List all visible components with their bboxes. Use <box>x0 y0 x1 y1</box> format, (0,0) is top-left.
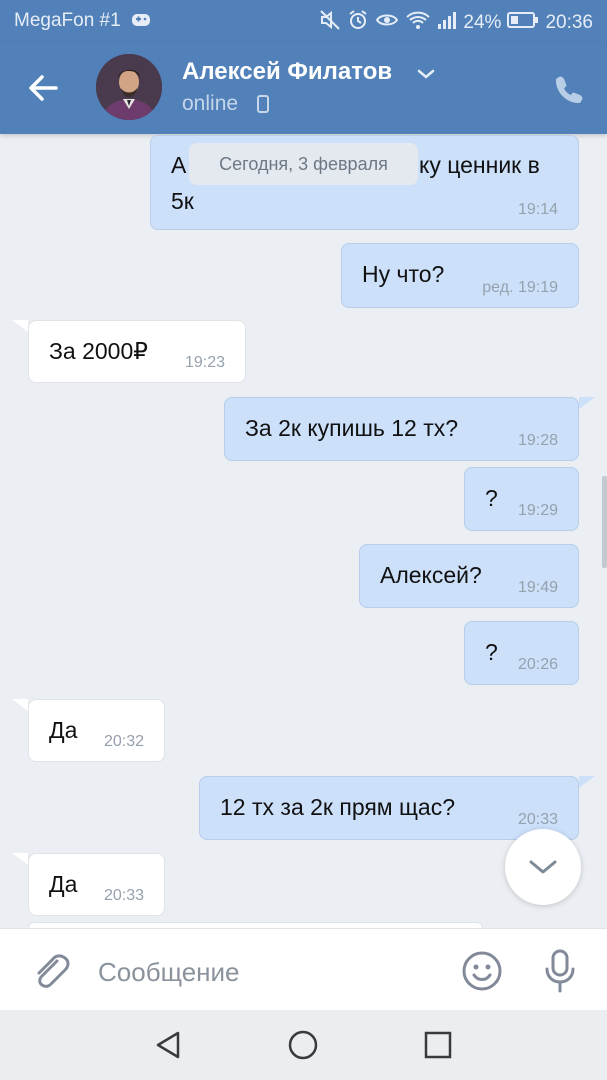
message-time: ред. 19:19 <box>482 279 558 296</box>
bubble-tail <box>579 397 595 409</box>
message-time: 20:33 <box>103 887 144 904</box>
message-bubble[interactable]: Алексей? 19:49 <box>359 544 579 608</box>
message-text: Ну что? <box>362 261 445 287</box>
bubble-tail <box>12 699 28 711</box>
message-time: 19:23 <box>184 354 225 371</box>
message-bubble[interactable]: ? 19:29 <box>464 467 579 531</box>
alarm-icon <box>347 10 369 36</box>
back-arrow-icon <box>29 75 58 101</box>
mobile-device-icon <box>256 94 270 119</box>
message-text: 5к <box>171 188 194 214</box>
chat-header: Алексей Филатов online <box>0 42 607 134</box>
message-input[interactable] <box>96 951 440 993</box>
message-text: 12 тх за 2к прям щас? <box>220 794 456 820</box>
message-text: ку ценник в <box>419 152 540 178</box>
back-button[interactable] <box>22 68 66 108</box>
message-time: 19:14 <box>517 201 558 218</box>
scrollbar-thumb[interactable] <box>602 476 607 568</box>
carrier-game-icon <box>131 12 151 34</box>
chevron-down-icon <box>529 860 557 874</box>
message-text: За 2к купишь 12 тх? <box>245 415 459 441</box>
message-bubble[interactable]: За 2000₽ 19:23 <box>28 320 246 383</box>
message-time: 20:26 <box>517 656 558 673</box>
smiley-icon <box>462 951 502 991</box>
bubble-tail <box>12 320 28 332</box>
avatar[interactable] <box>96 54 162 120</box>
voice-message-button[interactable] <box>540 947 580 995</box>
message-text: Да <box>49 717 78 743</box>
microphone-icon <box>545 949 575 993</box>
square-recents-icon <box>424 1031 452 1059</box>
navigation-bar <box>0 1010 607 1080</box>
message-bubble[interactable]: Ну что? ред. 19:19 <box>341 243 579 308</box>
message-time: 20:32 <box>103 733 144 750</box>
message-time: 19:49 <box>517 579 558 596</box>
bubble-tail <box>579 776 595 788</box>
message-time: 19:29 <box>517 502 558 519</box>
scroll-down-button[interactable] <box>505 829 581 905</box>
clock: 20:36 <box>545 12 593 33</box>
nav-home-button[interactable] <box>286 1028 320 1062</box>
message-bubble[interactable]: Да 20:33 <box>28 853 165 916</box>
status-bar: MegaFon #1 24% 20:36 <box>0 0 607 42</box>
avatar-photo <box>96 54 162 120</box>
triangle-back-icon <box>156 1031 180 1059</box>
emoji-button[interactable] <box>460 949 504 993</box>
battery-percent: 24% <box>463 12 502 33</box>
bubble-tail <box>12 853 28 865</box>
message-bubble[interactable]: Да 20:32 <box>28 699 165 762</box>
wifi-icon <box>405 10 431 36</box>
battery-icon <box>507 11 539 35</box>
contact-name[interactable]: Алексей Филатов <box>182 58 392 86</box>
message-composer <box>0 928 607 1011</box>
message-bubble[interactable]: ? 20:26 <box>464 621 579 685</box>
date-separator: Сегодня, 3 февраля <box>189 143 418 185</box>
message-text: Алексей? <box>380 562 482 588</box>
attach-button[interactable] <box>30 949 70 993</box>
message-time: 19:28 <box>517 432 558 449</box>
carrier-label: MegaFon #1 <box>14 10 121 31</box>
status-icons: 24% 20:36 <box>319 10 593 36</box>
chevron-down-icon[interactable] <box>416 67 436 85</box>
contact-status: online <box>182 92 239 115</box>
message-text: А <box>171 152 187 178</box>
mute-icon <box>319 10 341 36</box>
message-text: ? <box>485 485 498 511</box>
message-bubble[interactable]: За 2к купишь 12 тх? 19:28 <box>224 397 579 461</box>
phone-icon <box>555 76 583 104</box>
paperclip-icon <box>37 954 70 988</box>
call-button[interactable] <box>548 70 588 110</box>
eye-icon <box>375 10 399 36</box>
message-text: Да <box>49 871 78 897</box>
circle-home-icon <box>288 1030 318 1060</box>
nav-back-button[interactable] <box>152 1028 186 1062</box>
message-time: 20:33 <box>517 811 558 828</box>
message-text: За 2000₽ <box>49 338 148 364</box>
nav-recents-button[interactable] <box>421 1028 455 1062</box>
signal-icon <box>437 10 457 36</box>
message-text: ? <box>485 639 498 665</box>
